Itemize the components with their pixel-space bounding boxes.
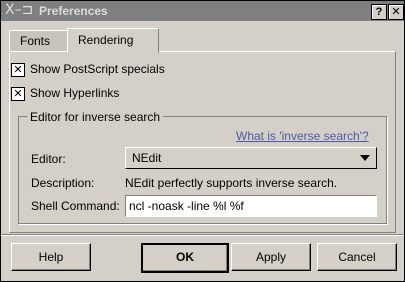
tab-fonts[interactable]: Fonts — [9, 30, 69, 51]
inverse-search-group-title: Editor for inverse search — [27, 110, 164, 124]
editor-select-value: NEdit — [132, 151, 162, 165]
preferences-window: X–⊐ Preferences ? ✕ Fonts Rendering ✕ Sh… — [0, 0, 405, 282]
title-bar[interactable]: X–⊐ Preferences ? ✕ — [1, 1, 404, 21]
inverse-search-help-link[interactable]: What is 'inverse search'? — [236, 129, 369, 143]
show-hyperlinks-checkbox[interactable]: ✕ — [11, 87, 25, 101]
ok-button[interactable]: OK — [141, 243, 229, 273]
shell-command-field[interactable]: ncl -noask -line %l %f — [125, 195, 377, 217]
shell-command-label: Shell Command: — [31, 199, 120, 213]
chevron-down-icon — [360, 155, 370, 161]
help-button[interactable]: Help — [11, 243, 91, 271]
shell-command-value: ncl -noask -line %l %f — [129, 199, 244, 213]
tab-rendering[interactable]: Rendering — [67, 28, 159, 53]
show-hyperlinks-label: Show Hyperlinks — [30, 86, 120, 100]
window-menu-icon[interactable]: X–⊐ — [5, 2, 33, 18]
apply-button[interactable]: Apply — [231, 243, 311, 271]
editor-label: Editor: — [31, 152, 66, 166]
description-value: NEdit perfectly supports inverse search. — [125, 176, 338, 190]
show-postscript-checkbox[interactable]: ✕ — [11, 63, 25, 77]
help-icon[interactable]: ? — [371, 4, 387, 20]
window-title: Preferences — [39, 4, 108, 18]
close-icon[interactable]: ✕ — [388, 4, 404, 20]
separator — [1, 234, 404, 236]
cancel-button[interactable]: Cancel — [317, 243, 397, 271]
editor-select[interactable]: NEdit — [125, 147, 377, 169]
description-label: Description: — [31, 176, 95, 190]
show-postscript-label: Show PostScript specials — [30, 62, 165, 76]
